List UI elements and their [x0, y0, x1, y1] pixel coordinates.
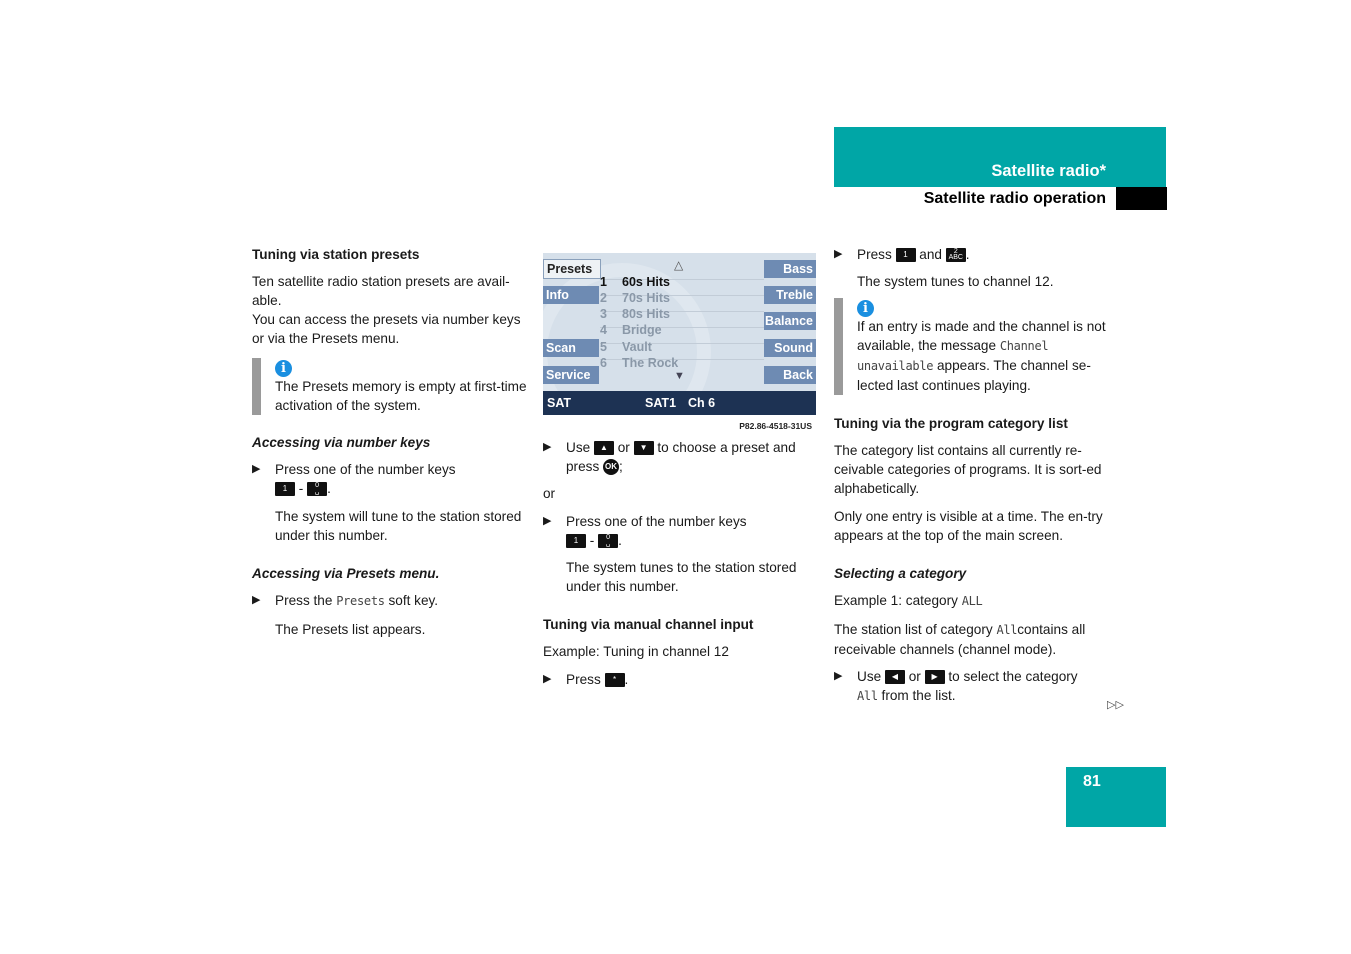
step-press-1-and-2: ▶ Press 1 and 2 ABC. [834, 247, 970, 263]
bullet-arrow-icon: ▶ [543, 515, 552, 527]
info-text: If an entry is made and the channel is n… [857, 319, 1106, 393]
right-arrow-key-icon: ▶ [924, 670, 945, 685]
heading-manual-channel: Tuning via manual channel input [543, 617, 754, 632]
column-2: ▶ Use ▲ or ▼ to choose a preset and pres… [543, 438, 823, 689]
status-band: SAT1 [645, 396, 677, 410]
key-1: 1 [566, 534, 586, 549]
status-source: SAT [547, 396, 572, 410]
radio-display-illustration: Presets Info Scan Service Bass Treble Ba… [543, 253, 816, 415]
softkey-service[interactable]: Service [543, 366, 599, 384]
bullet-arrow-icon: ▶ [252, 463, 261, 475]
left-arrow-key-icon: ◀ [884, 670, 905, 685]
info-note-channel: i If an entry is made and the channel is… [834, 298, 1114, 395]
scroll-down-icon[interactable]: ▼ [674, 370, 685, 382]
preset-item[interactable]: 2 70s Hits [600, 290, 760, 306]
continue-marker-icon: ▷▷ [1107, 699, 1124, 711]
step-result: The system tunes to channel 12. [857, 274, 1054, 289]
info-note-presets: i The Presets memory is empty at first-t… [252, 358, 527, 415]
key-0: 0 ␣ [598, 534, 619, 549]
category-para-2: Only one entry is visible at a time. The… [834, 509, 1103, 543]
key-1: 1 [275, 482, 295, 497]
preset-item[interactable]: 3 80s Hits [600, 306, 760, 322]
bullet-arrow-icon: ▶ [834, 248, 843, 260]
key-0: 0 ␣ [307, 482, 328, 497]
softkey-presets[interactable]: Presets [543, 259, 601, 279]
bullet-arrow-icon: ▶ [543, 441, 552, 453]
intro-text-2: You can access the presets via number ke… [252, 312, 521, 346]
down-arrow-key-icon: ▼ [633, 441, 654, 456]
section-title: Satellite radio* [991, 162, 1106, 180]
preset-item[interactable]: 1 60s Hits [600, 274, 760, 290]
step-use-arrows: ▶ Use ▲ or ▼ to choose a preset and pres… [543, 440, 796, 476]
softkey-back[interactable]: Back [764, 366, 816, 384]
column-3: ▶ Press 1 and 2 ABC. The system tunes to … [834, 245, 1114, 706]
display-status-bar: SAT SAT1 Ch 6 [543, 391, 816, 415]
column-1: Tuning via station presets Ten satellite… [252, 245, 527, 639]
preset-item[interactable]: 4 Bridge [600, 322, 760, 338]
softkey-scan[interactable]: Scan [543, 339, 599, 357]
section-header-bar: Satellite radio* [834, 127, 1166, 187]
up-arrow-key-icon: ▲ [593, 441, 614, 456]
scroll-up-icon[interactable]: △ [674, 258, 683, 272]
status-channel: Ch 6 [688, 396, 716, 410]
heading-category-list: Tuning via the program category list [834, 416, 1068, 431]
info-text: The Presets memory is empty at first-tim… [275, 379, 527, 413]
star-key-icon: * [604, 673, 625, 688]
example-text: Example 1: category ALL [834, 593, 983, 608]
category-para-1: The category list contains all currently… [834, 443, 1102, 496]
heading-presets-menu: Accessing via Presets menu. [252, 566, 440, 581]
bullet-arrow-icon: ▶ [543, 673, 552, 685]
info-bar [252, 358, 261, 415]
step-press-presets-softkey: ▶ Press the Presets soft key. [252, 593, 439, 608]
step-result: The Presets list appears. [275, 622, 426, 637]
intro-text-1: Ten satellite radio station presets are … [252, 274, 510, 308]
step-press-number-key: ▶ Press one of the number keys 1 - 0 ␣. [252, 462, 456, 497]
softkey-balance[interactable]: Balance [764, 312, 816, 330]
bullet-arrow-icon: ▶ [252, 594, 261, 606]
step-select-category: ▶ Use ◀ or ▶ to select the category All … [834, 669, 1078, 703]
key-2-abc: 2 ABC [945, 248, 966, 263]
or-text: or [543, 486, 556, 501]
softkey-bass[interactable]: Bass [764, 260, 816, 278]
preset-item[interactable]: 5 Vault [600, 339, 760, 355]
info-bar [834, 298, 843, 395]
softkey-sound[interactable]: Sound [764, 339, 816, 357]
step-result: The system will tune to the station stor… [275, 509, 522, 543]
figure-caption: P82.86-4518-31US [739, 421, 812, 431]
bullet-arrow-icon: ▶ [834, 670, 843, 682]
step-press-number-key: ▶ Press one of the number keys 1 - 0 ␣. [543, 514, 747, 549]
section-tab-marker [1116, 187, 1167, 210]
page-number: 81 [1083, 773, 1101, 790]
key-1: 1 [895, 248, 916, 263]
ok-key-icon: OK [603, 459, 620, 476]
softkey-name: Presets [336, 594, 385, 608]
step-result: The system tunes to the station stored u… [566, 560, 797, 594]
page-number-box: 81 [1066, 767, 1166, 827]
subsection-title: Satellite radio operation [923, 190, 1106, 207]
info-icon: i [275, 360, 292, 377]
info-icon: i [857, 300, 874, 317]
preset-item[interactable]: 6 The Rock [600, 355, 760, 371]
softkey-treble[interactable]: Treble [764, 286, 816, 304]
category-para-3: The station list of category Allcontains… [834, 622, 1086, 657]
step-press-star: ▶ Press *. [543, 672, 629, 688]
heading-station-presets: Tuning via station presets [252, 247, 420, 262]
softkey-info[interactable]: Info [543, 286, 599, 304]
example-text: Example: Tuning in channel 12 [543, 644, 729, 659]
heading-selecting-category: Selecting a category [834, 566, 967, 581]
heading-number-keys: Accessing via number keys [252, 435, 431, 450]
